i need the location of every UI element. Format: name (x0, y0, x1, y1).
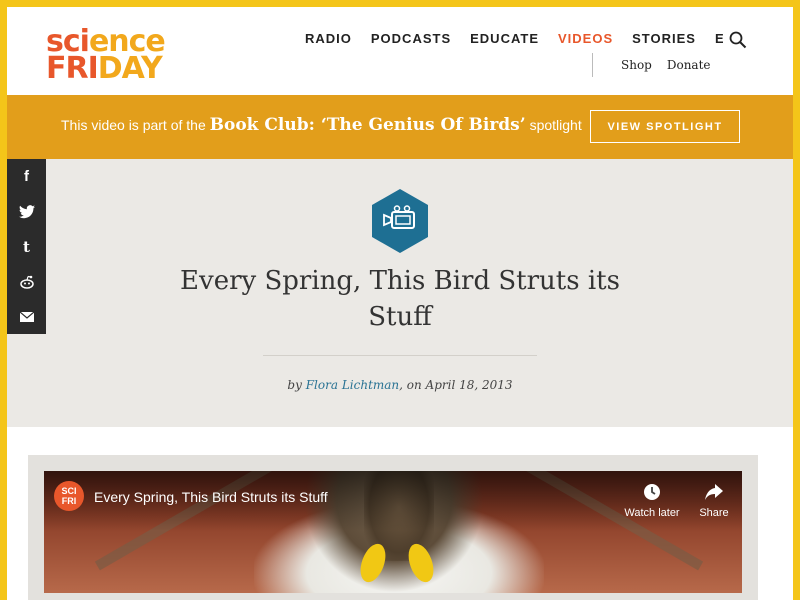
article-date: , on April 18, 2013 (399, 378, 513, 392)
tumblr-icon[interactable]: t (7, 229, 46, 264)
secondary-nav: Shop Donate (592, 53, 726, 77)
spotlight-text: This video is part of the Book Club: ‘Th… (61, 115, 582, 135)
nav-item-radio[interactable]: RADIO (305, 31, 352, 46)
share-label: Share (699, 507, 729, 519)
search-icon[interactable] (729, 31, 747, 49)
spotlight-banner: This video is part of the Book Club: ‘Th… (7, 95, 793, 159)
watch-later-label: Watch later (624, 507, 680, 519)
channel-logo-line-2: FRI (61, 496, 77, 506)
video-camera-icon (372, 189, 428, 253)
spotlight-suffix: spotlight (529, 117, 582, 133)
share-button[interactable]: Share (684, 483, 742, 519)
nav-item-videos[interactable]: VIDEOS (558, 31, 613, 46)
email-icon[interactable] (7, 299, 46, 334)
byline-prefix: by (287, 378, 302, 392)
clock-icon (622, 483, 682, 507)
view-spotlight-button[interactable]: VIEW SPOTLIGHT (590, 110, 740, 143)
social-share-bar: f t (7, 159, 46, 334)
site-logo[interactable]: science FRIDAY (46, 27, 166, 84)
article-byline: by Flora Lichtman, on April 18, 2013 (147, 378, 653, 392)
article-title: Every Spring, This Bird Struts its Stuff (180, 266, 620, 332)
watch-later-button[interactable]: Watch later (622, 483, 682, 519)
main-nav: RADIO PODCASTS EDUCATE VIDEOS STORIES EV… (305, 29, 723, 49)
title-divider (263, 355, 537, 356)
site-header: science FRIDAY RADIO PODCASTS EDUCATE VI… (7, 7, 793, 95)
twitter-icon[interactable] (7, 194, 46, 229)
logo-text-fri: FRI (46, 51, 99, 86)
article-hero: Every Spring, This Bird Struts its Stuff… (7, 159, 793, 427)
spotlight-prefix: This video is part of the (61, 117, 206, 133)
video-title[interactable]: Every Spring, This Bird Struts its Stuff (94, 489, 328, 505)
nav-item-stories[interactable]: STORIES (632, 31, 696, 46)
nav-item-shop[interactable]: Shop (621, 58, 652, 72)
logo-line-1: science (46, 27, 166, 57)
channel-logo[interactable]: SCI FRI (54, 481, 84, 511)
share-arrow-icon (684, 483, 742, 507)
logo-line-2: FRIDAY (46, 54, 165, 84)
spotlight-title[interactable]: Book Club: ‘The Genius Of Birds’ (210, 115, 526, 135)
reddit-icon[interactable] (7, 264, 46, 299)
nav-item-podcasts[interactable]: PODCASTS (371, 31, 451, 46)
video-player[interactable]: SCI FRI Every Spring, This Bird Struts it… (44, 471, 742, 593)
nav-item-events[interactable]: EVENTS (715, 31, 723, 46)
facebook-icon[interactable]: f (7, 159, 46, 194)
channel-logo-line-1: SCI (61, 486, 77, 496)
author-link[interactable]: Flora Lichtman (306, 378, 399, 392)
nav-item-educate[interactable]: EDUCATE (470, 31, 539, 46)
logo-text-day: DAY (97, 51, 163, 86)
nav-item-donate[interactable]: Donate (667, 58, 711, 72)
